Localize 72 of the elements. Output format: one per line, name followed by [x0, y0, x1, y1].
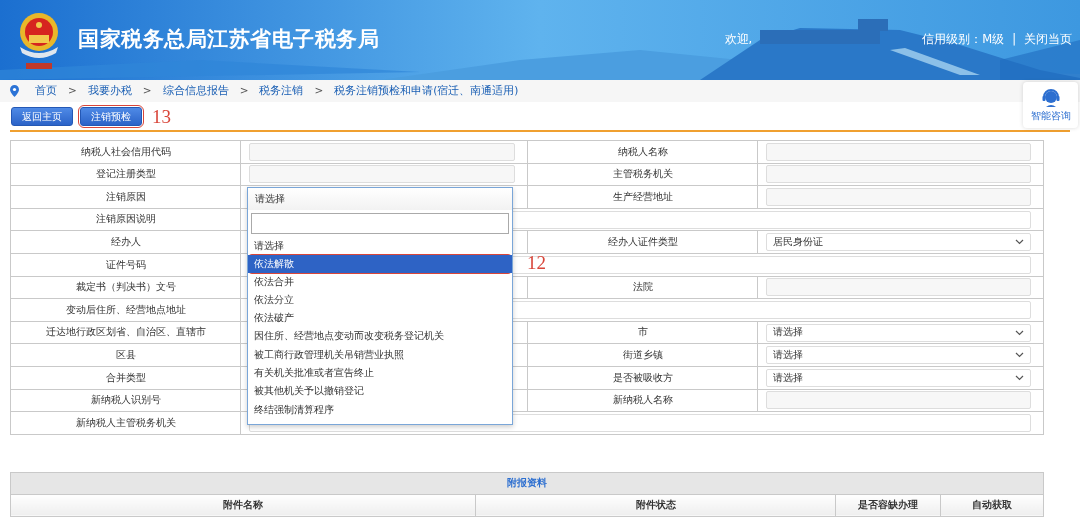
nav-button[interactable]: 注销预检: [80, 106, 142, 126]
dropdown-option[interactable]: 依法合并: [248, 272, 512, 291]
field-label: 市: [527, 321, 758, 344]
field-label: 经办人: [10, 230, 241, 254]
dropdown-option[interactable]: 依法破产: [248, 309, 512, 328]
select-field[interactable]: 居民身份证: [766, 233, 1031, 252]
assistant-label: 智能咨询: [1030, 108, 1071, 123]
dropdown-option[interactable]: 依法分立: [248, 290, 512, 310]
separator-text: |: [1012, 31, 1016, 49]
chevron-down-icon: [1015, 239, 1024, 246]
input-field[interactable]: [766, 391, 1031, 410]
assistant-panel[interactable]: 智能咨询: [1023, 82, 1078, 128]
breadcrumb-link[interactable]: 我要办税: [87, 83, 132, 99]
annotation-number: 12: [527, 253, 546, 272]
input-field[interactable]: [249, 142, 515, 161]
breadcrumb-separator: >: [239, 83, 249, 99]
breadcrumb-separator: >: [314, 83, 324, 99]
breadcrumb-link[interactable]: 税务注销预检和申请(宿迁、南通适用): [334, 83, 519, 99]
chevron-down-icon: [1015, 374, 1024, 381]
site-title: 国家税务总局江苏省电子税务局: [78, 26, 379, 54]
field-label: 注销原因: [10, 185, 241, 209]
input-field[interactable]: [766, 278, 1031, 297]
select-value: 请选择: [773, 325, 803, 340]
search-field[interactable]: [251, 213, 509, 234]
field-label: 合并类型: [10, 366, 241, 390]
dropdown-header: 请选择: [248, 188, 512, 210]
select-field[interactable]: 请选择: [766, 368, 1031, 387]
field-label: 生产经营地址: [527, 185, 758, 209]
input-field[interactable]: [249, 165, 515, 184]
field-label: 纳税人名称: [527, 140, 758, 164]
column-header: 附件名称: [10, 494, 476, 517]
field-label: 变动后住所、经营地点地址: [10, 298, 241, 322]
section-title: 附报资料: [10, 472, 1044, 495]
field-label: 纳税人社会信用代码: [10, 140, 241, 164]
dropdown-option[interactable]: 终结强制清算程序: [248, 400, 512, 419]
field-label: 新纳税人主管税务机关: [10, 411, 241, 435]
select-field[interactable]: 请选择: [766, 346, 1031, 365]
chevron-down-icon: [1015, 329, 1024, 336]
input-field[interactable]: [766, 142, 1031, 161]
field-label: 经办人证件类型: [527, 230, 758, 254]
field-label: 是否被吸收方: [527, 366, 758, 390]
field-label: 新纳税人识别号: [10, 389, 241, 412]
breadcrumb-separator: >: [68, 83, 77, 99]
dropdown-option[interactable]: 被其他机关予以撤销登记: [248, 382, 512, 401]
input-field[interactable]: [766, 188, 1031, 206]
nav-button[interactable]: 返回主页: [11, 106, 73, 126]
field-label: 裁定书（判决书）文号: [10, 276, 241, 299]
welcome-text: 欢迎,: [724, 31, 753, 49]
credit-level: 信用级别：M级: [922, 31, 1005, 49]
location-pin-icon: [10, 85, 19, 97]
select-field[interactable]: 请选择: [766, 323, 1031, 342]
select-value: 居民身份证: [773, 235, 823, 250]
field-label: 迁达地行政区划省、自治区、直辖市: [10, 321, 241, 344]
field-label: 主管税务机关: [527, 163, 758, 186]
dropdown-option[interactable]: 依法解散: [248, 254, 512, 274]
field-label: 新纳税人名称: [527, 389, 758, 412]
field-label: 街道乡镇: [527, 343, 758, 367]
breadcrumb-link[interactable]: 税务注销: [259, 83, 304, 99]
field-label: 法院: [527, 276, 758, 299]
field-label: 登记注册类型: [10, 163, 241, 186]
breadcrumb-link[interactable]: 首页: [35, 83, 57, 99]
select-value: 请选择: [773, 370, 803, 385]
breadcrumb-link[interactable]: 综合信息报告: [162, 83, 229, 99]
input-field[interactable]: [766, 165, 1031, 184]
column-header: 附件状态: [475, 494, 836, 517]
select-value: 请选择: [773, 348, 803, 362]
field-label: 注销原因说明: [10, 208, 241, 231]
annotation-number: 13: [152, 106, 171, 126]
chevron-down-icon: [1015, 352, 1024, 359]
field-label: 证件号码: [10, 253, 241, 277]
field-label: 区县: [10, 343, 241, 367]
breadcrumb-separator: >: [142, 83, 152, 99]
